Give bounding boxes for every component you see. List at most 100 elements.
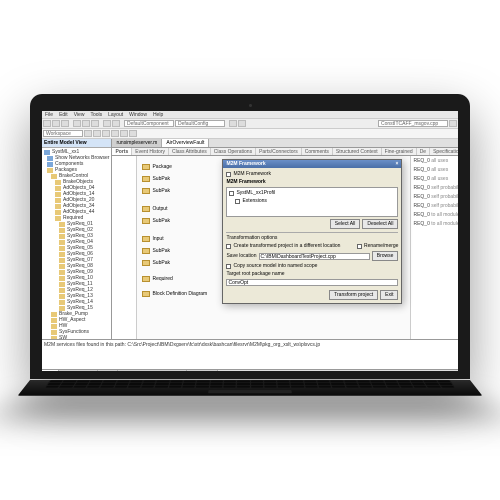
tb-open-icon[interactable]	[52, 120, 60, 127]
diagram-package[interactable]: Input	[142, 236, 163, 242]
tree-item[interactable]: SW	[43, 335, 110, 339]
menu-file[interactable]: File	[45, 112, 53, 117]
path-input[interactable]: C:\IBM\DashboardTestProject.cpp	[259, 253, 370, 260]
folder-icon	[59, 288, 65, 293]
tb-run-icon[interactable]	[229, 120, 237, 127]
checkbox-location[interactable]	[226, 244, 231, 249]
req-id: REQ_0	[413, 203, 429, 209]
tree-node[interactable]: Extensions	[242, 198, 266, 204]
tb-redo-icon[interactable]	[112, 120, 120, 127]
dialog-titlebar[interactable]: M2M Framework ×	[223, 160, 401, 168]
package-icon	[142, 164, 150, 170]
close-icon[interactable]: ×	[396, 161, 399, 167]
diagram-package[interactable]: SubPak	[142, 218, 170, 224]
requirement-item[interactable]: REQ_0 all uses	[413, 167, 458, 173]
folder-icon	[55, 216, 61, 221]
package-label: SubPak	[152, 218, 170, 224]
search-icon[interactable]	[449, 120, 457, 127]
tb2-icon[interactable]	[129, 130, 137, 137]
console-tab[interactable]: Check Model	[59, 370, 97, 371]
requirement-item[interactable]: REQ_0 self probability	[413, 185, 458, 191]
select-all-button[interactable]: Select All	[330, 219, 361, 229]
subtab[interactable]: Class Operations	[211, 148, 256, 155]
subtab[interactable]: Fine-grained	[382, 148, 417, 155]
package-icon	[142, 291, 150, 297]
exit-button[interactable]: Exit	[380, 290, 398, 300]
tb2-icon[interactable]	[93, 130, 101, 137]
field-label: Target root package name	[226, 271, 284, 277]
model-tree[interactable]: SystML_xx1Show Networks BrowserComponent…	[42, 148, 111, 339]
menu-window[interactable]: Window	[129, 112, 147, 117]
diagram-package[interactable]: SubPak	[142, 188, 170, 194]
left-gutter	[112, 156, 137, 339]
subtab[interactable]: De	[417, 148, 430, 155]
requirement-item[interactable]: REQ_0 all uses	[413, 176, 458, 182]
tb2-icon[interactable]	[84, 130, 92, 137]
subtab[interactable]: Structured Context	[333, 148, 382, 155]
menu-help[interactable]: Help	[153, 112, 163, 117]
console-tab[interactable]: Animation	[187, 370, 218, 371]
tb2-icon[interactable]	[111, 130, 119, 137]
browse-button[interactable]: Browse	[372, 251, 399, 261]
subtab[interactable]: Comments	[302, 148, 333, 155]
menu-edit[interactable]: Edit	[59, 112, 68, 117]
requirement-item[interactable]: REQ_0 all uses	[413, 158, 458, 164]
folder-icon	[59, 222, 65, 227]
tb-cut-icon[interactable]	[73, 120, 81, 127]
diagram-editor[interactable]: Package SubPak SubPak Output SubPak Input SubP…	[112, 156, 458, 339]
output-console[interactable]: M2M services files found in this path: C…	[42, 339, 458, 369]
subtab[interactable]: Parts/Connectors	[256, 148, 302, 155]
requirement-item[interactable]: REQ_0 self probability	[413, 203, 458, 209]
diagram-package[interactable]: SubPak	[142, 260, 170, 266]
tb-paste-icon[interactable]	[91, 120, 99, 127]
menu-tools[interactable]: Tools	[90, 112, 102, 117]
menu-view[interactable]: View	[74, 112, 85, 117]
subtab[interactable]: Ports	[112, 148, 132, 155]
subtab[interactable]: Specification	[430, 148, 458, 155]
config-dropdown-1[interactable]: DefaultComponent	[124, 120, 174, 127]
checkbox[interactable]	[229, 191, 234, 196]
main-area: Entire Model View SystML_xx1Show Network…	[42, 139, 458, 339]
console-tab[interactable]: Build	[98, 370, 118, 371]
tab-1[interactable]: AirOverviewFault	[162, 139, 209, 147]
tb-undo-icon[interactable]	[103, 120, 111, 127]
checkbox-copy[interactable]	[226, 264, 231, 269]
diagram-package[interactable]: Output	[142, 206, 167, 212]
requirement-item[interactable]: REQ_0 to all modules	[413, 212, 458, 218]
toolbar-1: DefaultComponent DefaultConfig ConstITCA…	[42, 119, 458, 129]
search-field[interactable]: ConstITCAFF_msgov.cpp	[378, 120, 448, 127]
tb2-icon[interactable]	[120, 130, 128, 137]
requirement-item[interactable]: REQ_0 to all modules	[413, 221, 458, 227]
console-tab[interactable]: Configuration Management	[118, 370, 187, 371]
tree-node[interactable]: SystML_xx1Profil	[236, 190, 275, 196]
tb-new-icon[interactable]	[43, 120, 51, 127]
req-desc: to all modules	[431, 212, 458, 218]
requirement-item[interactable]: REQ_0 self probability	[413, 194, 458, 200]
tb-save-icon[interactable]	[61, 120, 69, 127]
diagram-package[interactable]: SubPak	[142, 248, 170, 254]
diagram-package[interactable]: Required	[142, 276, 172, 282]
checkbox-framework[interactable]	[226, 172, 231, 177]
folder-icon	[47, 156, 53, 161]
tab-0[interactable]: runsimpleserver.m	[112, 139, 162, 147]
req-desc: self probability	[431, 203, 458, 209]
deselect-all-button[interactable]: Deselect All	[362, 219, 398, 229]
tb2-icon[interactable]	[102, 130, 110, 137]
profile-tree[interactable]: SystML_xx1Profil Extensions	[226, 187, 398, 217]
scope-input[interactable]: ConvOpt	[226, 279, 398, 286]
tree-label: SW	[59, 335, 67, 339]
config-dropdown-2[interactable]: DefaultConfig	[175, 120, 225, 127]
tb-stop-icon[interactable]	[238, 120, 246, 127]
menu-layout[interactable]: Layout	[108, 112, 123, 117]
checkbox[interactable]	[235, 199, 240, 204]
diagram-package[interactable]: Block Definition Diagram	[142, 291, 207, 297]
workspace-label[interactable]: Workspace	[43, 130, 83, 137]
transform-button[interactable]: Transform project	[329, 290, 378, 300]
subtab[interactable]: Event History	[132, 148, 169, 155]
subtab[interactable]: Class Attributes	[169, 148, 211, 155]
diagram-package[interactable]: Package	[142, 164, 171, 170]
console-tab[interactable]: Log	[42, 370, 59, 371]
tb-copy-icon[interactable]	[82, 120, 90, 127]
diagram-package[interactable]: SubPak	[142, 176, 170, 182]
checkbox-rename[interactable]	[357, 244, 362, 249]
